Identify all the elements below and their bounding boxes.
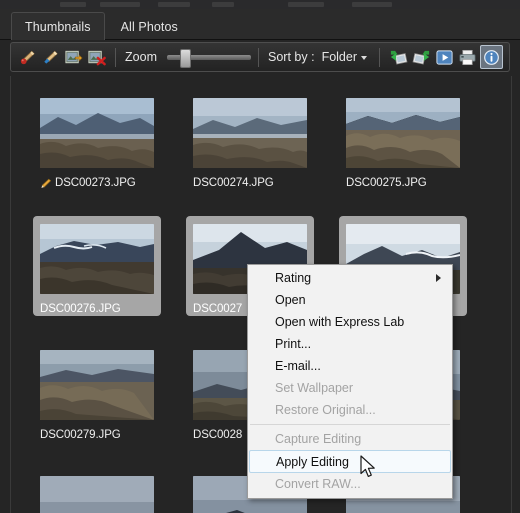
edit-marker-icon <box>41 178 52 188</box>
marker-red-icon[interactable] <box>17 46 38 68</box>
menu-separator <box>250 424 450 425</box>
thumbnail-item[interactable] <box>33 468 186 513</box>
info-icon[interactable] <box>480 45 504 69</box>
tab-all-photos[interactable]: All Photos <box>107 12 192 40</box>
thumbnail-caption: DSC0027 <box>193 303 242 315</box>
tab-thumbnails-label: Thumbnails <box>25 19 91 34</box>
thumbnail-image <box>40 98 154 168</box>
menu-item-label: Print... <box>275 337 312 351</box>
menu-item-label: Apply Editing <box>276 454 349 469</box>
thumbnail-caption: DSC00273.JPG <box>40 177 136 189</box>
menu-item-restore-original: Restore Original... <box>248 399 452 421</box>
thumbnail-caption: DSC00279.JPG <box>40 429 121 441</box>
thumbnail-item[interactable]: DSC00276.JPG <box>33 216 186 320</box>
menu-item-label: Open <box>275 293 306 307</box>
thumbnail-image <box>40 224 154 294</box>
tab-strip: Thumbnails All Photos <box>0 9 520 40</box>
thumbnail-frame: DSC00276.JPG <box>33 216 161 316</box>
thumbnail-item[interactable]: DSC00279.JPG <box>33 342 186 446</box>
thumbnail-image <box>40 476 154 513</box>
thumbnail-frame <box>33 468 161 513</box>
sort-by-dropdown[interactable]: Folder <box>317 48 372 66</box>
rotate-right-icon[interactable] <box>411 46 432 68</box>
thumbnail-frame: DSC00273.JPG <box>33 90 161 190</box>
thumbnail-frame: DSC00274.JPG <box>186 90 314 190</box>
menu-item-open-with-express-lab[interactable]: Open with Express Lab <box>248 311 452 333</box>
menu-item-apply-editing[interactable]: Apply Editing <box>249 450 451 473</box>
thumbnail-frame: DSC00275.JPG <box>339 90 467 190</box>
menu-item-convert-raw: Convert RAW... <box>248 473 452 495</box>
zoom-label: Zoom <box>125 50 157 64</box>
thumbnail-filename: DSC00275.JPG <box>346 177 427 189</box>
toolbar-separator-3 <box>379 47 380 67</box>
tab-all-photos-label: All Photos <box>120 19 178 34</box>
print-icon[interactable] <box>457 46 478 68</box>
thumbnail-filename: DSC0027 <box>193 303 243 315</box>
export-image-icon[interactable] <box>63 46 84 68</box>
menu-item-label: Open with Express Lab <box>275 315 405 329</box>
thumbnail-filename: DSC0028 <box>193 429 243 441</box>
thumbnail-item[interactable]: DSC00274.JPG <box>186 90 339 194</box>
thumbnail-filename: DSC00273.JPG <box>55 177 136 189</box>
menu-item-label: Restore Original... <box>275 403 376 417</box>
context-menu[interactable]: Rating Open Open with Express Lab Print.… <box>247 264 453 499</box>
thumbnail-frame: DSC00279.JPG <box>33 342 161 442</box>
thumbnail-caption: DSC0028 <box>193 429 242 441</box>
zoom-slider[interactable] <box>167 46 252 68</box>
toolbar: Zoom Sort by : Folder <box>10 42 510 72</box>
slideshow-icon[interactable] <box>434 46 455 68</box>
menu-item-capture-editing: Capture Editing <box>248 428 452 450</box>
thumbnail-item[interactable]: DSC00273.JPG <box>33 90 186 194</box>
thumbnail-filename: DSC00279.JPG <box>40 429 121 441</box>
toolbar-separator-2 <box>258 47 260 67</box>
menu-item-label: Rating <box>275 271 312 285</box>
toolbar-separator-1 <box>115 47 117 67</box>
marker-blue-icon[interactable] <box>40 46 61 68</box>
sort-by-label: Sort by : <box>268 50 315 64</box>
thumbnail-image <box>346 98 460 168</box>
thumbnail-image <box>40 350 154 420</box>
menu-item-open[interactable]: Open <box>248 289 452 311</box>
thumbnail-item[interactable]: DSC00275.JPG <box>339 90 492 194</box>
delete-image-icon[interactable] <box>86 46 107 68</box>
menu-item-print[interactable]: Print... <box>248 333 452 355</box>
sort-by-value: Folder <box>321 50 357 64</box>
menu-item-email[interactable]: E-mail... <box>248 355 452 377</box>
tab-thumbnails[interactable]: Thumbnails <box>11 12 105 40</box>
menu-item-label: Set Wallpaper <box>275 381 354 395</box>
submenu-arrow-icon <box>436 274 441 282</box>
thumbnail-caption: DSC00274.JPG <box>193 177 274 189</box>
menu-item-label: E-mail... <box>275 359 321 373</box>
menu-item-label: Convert RAW... <box>275 477 361 491</box>
thumbnail-filename: DSC00274.JPG <box>193 177 274 189</box>
thumbnail-image <box>193 98 307 168</box>
photo-browser-window: Thumbnails All Photos Zoom Sort by: Fol… <box>0 0 520 513</box>
menu-item-label: Capture Editing <box>275 432 362 446</box>
menu-item-set-wallpaper: Set Wallpaper <box>248 377 452 399</box>
thumbnail-caption: DSC00276.JPG <box>40 303 121 315</box>
chevron-down-icon <box>361 56 367 60</box>
menu-item-rating[interactable]: Rating <box>248 267 452 289</box>
zoom-slider-knob[interactable] <box>180 49 191 68</box>
thumbnail-caption: DSC00275.JPG <box>346 177 427 189</box>
rotate-left-icon[interactable] <box>388 46 409 68</box>
thumbnail-filename: DSC00276.JPG <box>40 303 121 315</box>
